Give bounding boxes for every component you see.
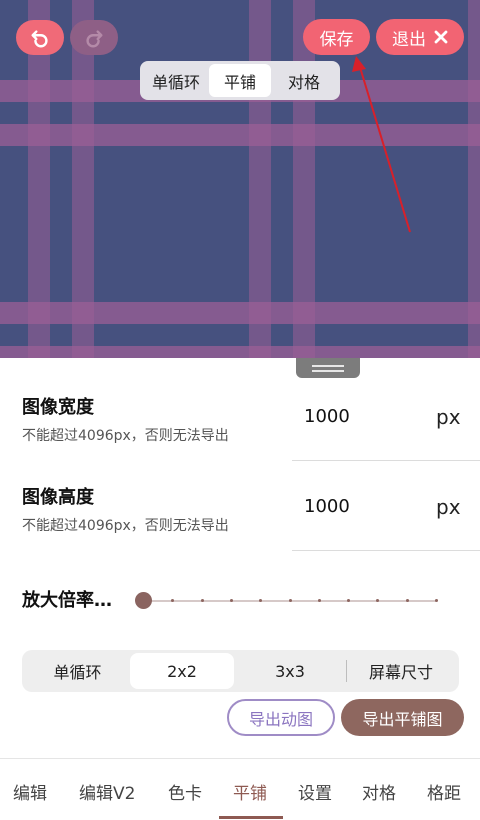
image-height-row: 图像高度 不能超过4096px，否则无法导出 1000 px [0,460,480,551]
zoom-slider-tick [288,599,292,602]
nav-tab-tile[interactable]: 平铺 [233,779,267,804]
active-tab-indicator [219,816,283,819]
divider [292,550,480,551]
grid-option-3x3[interactable]: 3x3 [234,653,346,689]
nav-tab-color-card[interactable]: 色卡 [168,779,202,804]
pattern-preview[interactable]: 保存 退出 单循环 平铺 对格 [0,0,480,358]
grid-size-segmented-control: 单循环 2x2 3x3 屏幕尺寸 [22,650,459,692]
image-height-title: 图像高度 [22,487,94,508]
grid-option-single-loop[interactable]: 单循环 [25,653,130,689]
image-width-unit: px [436,405,461,429]
grid-option-label: 2x2 [167,661,197,681]
nav-tab-spacing[interactable]: 格距 [427,779,461,804]
grid-option-screen-size[interactable]: 屏幕尺寸 [347,653,455,689]
export-animation-label: 导出动图 [248,709,313,729]
nav-tab-label: 设置 [298,784,332,804]
grid-option-2x2[interactable]: 2x2 [130,653,234,689]
nav-tab-align[interactable]: 对格 [362,779,396,804]
image-width-row: 图像宽度 不能超过4096px，否则无法导出 1000 px [0,370,480,461]
nav-tab-label: 编辑 [13,784,47,804]
grid-option-label: 单循环 [53,663,102,682]
image-height-unit: px [436,495,461,519]
image-width-hint: 不能超过4096px，否则无法导出 [22,428,229,444]
annotation-arrow [352,56,411,233]
grid-option-label: 3x3 [275,661,305,681]
zoom-slider-tick [229,599,233,602]
image-height-hint: 不能超过4096px，否则无法导出 [22,518,229,534]
nav-tab-label: 平铺 [233,784,267,804]
nav-tab-settings[interactable]: 设置 [298,779,332,804]
export-tile-label: 导出平铺图 [362,709,443,729]
zoom-slider-tick [317,599,321,602]
grid-option-label: 屏幕尺寸 [368,663,433,682]
export-tile-button[interactable]: 导出平铺图 [341,699,464,736]
zoom-label: 放大倍率… [22,590,112,611]
zoom-slider-tick [200,599,204,602]
nav-tab-label: 格距 [427,784,461,804]
nav-tab-label: 编辑V2 [79,784,136,804]
zoom-slider-tick [435,599,438,602]
image-width-title: 图像宽度 [22,397,94,418]
bottom-tab-bar: 编辑 编辑V2 色卡 平铺 设置 对格 格距 [0,758,480,820]
nav-tab-edit[interactable]: 编辑 [13,779,47,804]
zoom-slider-tick [405,599,409,602]
export-animation-button[interactable]: 导出动图 [227,699,335,736]
nav-tab-label: 对格 [362,784,396,804]
nav-tab-edit-v2[interactable]: 编辑V2 [79,779,135,804]
zoom-slider-handle[interactable] [135,592,152,609]
nav-tab-label: 色卡 [168,784,202,804]
image-height-input[interactable]: 1000 [304,496,350,517]
image-width-input[interactable]: 1000 [304,406,350,427]
